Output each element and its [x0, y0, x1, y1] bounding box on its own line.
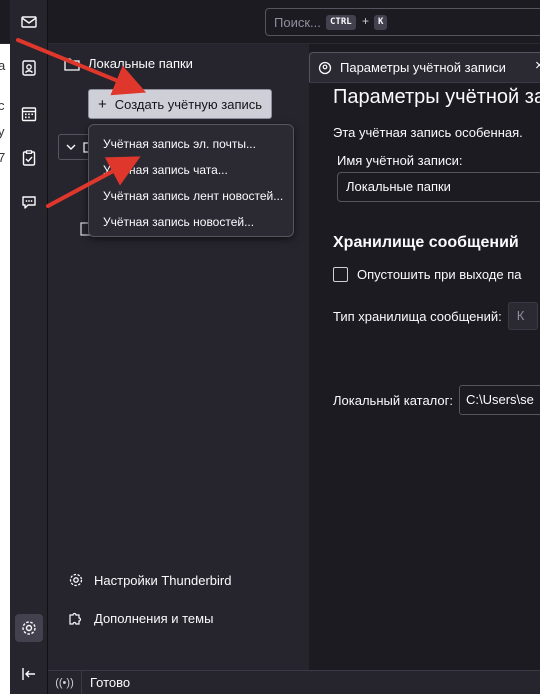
- global-search-input[interactable]: Поиск... CTRL + K: [265, 8, 540, 36]
- message-storage-heading: Хранилище сообщений: [333, 234, 519, 251]
- address-book-icon: [22, 60, 36, 76]
- calendar-space-button[interactable]: [15, 100, 43, 128]
- local-directory-label: Локальный каталог:: [333, 392, 453, 408]
- menu-item-feed-account[interactable]: Учётная запись лент новостей...: [89, 183, 293, 209]
- online-status-icon[interactable]: ((•)): [48, 670, 82, 694]
- plus-icon: +: [98, 95, 107, 113]
- chat-icon: [22, 196, 36, 209]
- background-window-strip: а с у 7: [0, 0, 10, 694]
- empty-on-exit-label: Опустошить при выходе па: [357, 267, 522, 282]
- shortcut-k-key: K: [374, 15, 388, 30]
- calendar-icon: [21, 107, 37, 122]
- status-bar: ((•)) Готово: [48, 670, 540, 694]
- thunderbird-settings-label: Настройки Thunderbird: [94, 572, 232, 588]
- local-directory-row: Локальный каталог: C:\Users\se: [333, 385, 540, 415]
- local-directory-input[interactable]: C:\Users\se: [459, 385, 540, 415]
- folder-icon: [64, 57, 80, 71]
- tab-account-settings[interactable]: Параметры учётной записи: [309, 52, 540, 82]
- menu-item-newsgroup-account[interactable]: Учётная запись новостей...: [89, 209, 293, 235]
- mail-icon: [21, 16, 37, 28]
- tasks-icon: [22, 150, 36, 166]
- tab-label: Параметры учётной записи: [340, 60, 506, 75]
- addons-themes-label: Дополнения и темы: [94, 610, 214, 626]
- chat-space-button[interactable]: [15, 188, 43, 216]
- chevron-down-icon: [66, 144, 76, 150]
- store-type-label: Тип хранилища сообщений:: [333, 308, 502, 324]
- address-book-space-button[interactable]: [15, 54, 43, 82]
- shortcut-plus: +: [362, 14, 370, 28]
- store-type-row: Тип хранилища сообщений: К: [333, 302, 538, 330]
- search-placeholder: Поиск...: [274, 15, 321, 30]
- account-name-input[interactable]: Локальные папки: [337, 172, 540, 202]
- account-settings-title: Параметры учётной за: [333, 86, 540, 108]
- title-bar: Поиск... CTRL + K: [0, 0, 540, 44]
- gear-icon: [22, 621, 36, 635]
- account-name-label: Имя учётной записи:: [337, 153, 463, 168]
- menu-item-email-account[interactable]: Учётная запись эл. почты...: [89, 131, 293, 157]
- tasks-space-button[interactable]: [15, 144, 43, 172]
- folder-pane-header-label: Локальные папки: [88, 56, 193, 71]
- bg-text-fragment: с: [0, 98, 5, 113]
- empty-on-exit-checkbox[interactable]: [333, 267, 348, 282]
- addons-themes-link[interactable]: Дополнения и темы: [68, 610, 213, 626]
- status-text: Готово: [90, 675, 131, 690]
- menu-item-chat-account[interactable]: Учётная запись чата...: [89, 157, 293, 183]
- bg-text-fragment: 7: [0, 150, 6, 165]
- collapse-spaces-button[interactable]: [15, 660, 43, 688]
- special-account-note: Эта учётная запись особенная.: [333, 125, 523, 140]
- account-settings-icon: [318, 61, 332, 74]
- mail-space-button[interactable]: [15, 8, 43, 36]
- bg-text-fragment: а: [0, 58, 6, 73]
- create-account-label: Создать учётную запись: [114, 96, 263, 112]
- puzzle-icon: [69, 612, 82, 625]
- store-type-select[interactable]: К: [507, 302, 538, 330]
- create-account-menu: Учётная запись эл. почты... Учётная запи…: [88, 124, 294, 237]
- thunderbird-settings-link[interactable]: Настройки Thunderbird: [68, 572, 231, 588]
- settings-space-button[interactable]: [15, 614, 43, 642]
- collapse-arrow-icon: [22, 668, 35, 680]
- empty-on-exit-option[interactable]: Опустошить при выходе па: [333, 267, 521, 282]
- folder-pane-header: Локальные папки: [64, 56, 193, 71]
- bg-text-fragment: у: [0, 124, 5, 139]
- close-tab-button[interactable]: ×: [535, 57, 540, 74]
- spaces-toolbar: [10, 0, 48, 694]
- account-settings-pane: Параметры учётной записи × Параметры учё…: [309, 44, 540, 670]
- shortcut-ctrl-key: CTRL: [326, 15, 356, 30]
- account-settings-content: [309, 82, 540, 670]
- create-account-button[interactable]: + Создать учётную запись: [88, 89, 272, 119]
- gear-icon: [69, 573, 83, 587]
